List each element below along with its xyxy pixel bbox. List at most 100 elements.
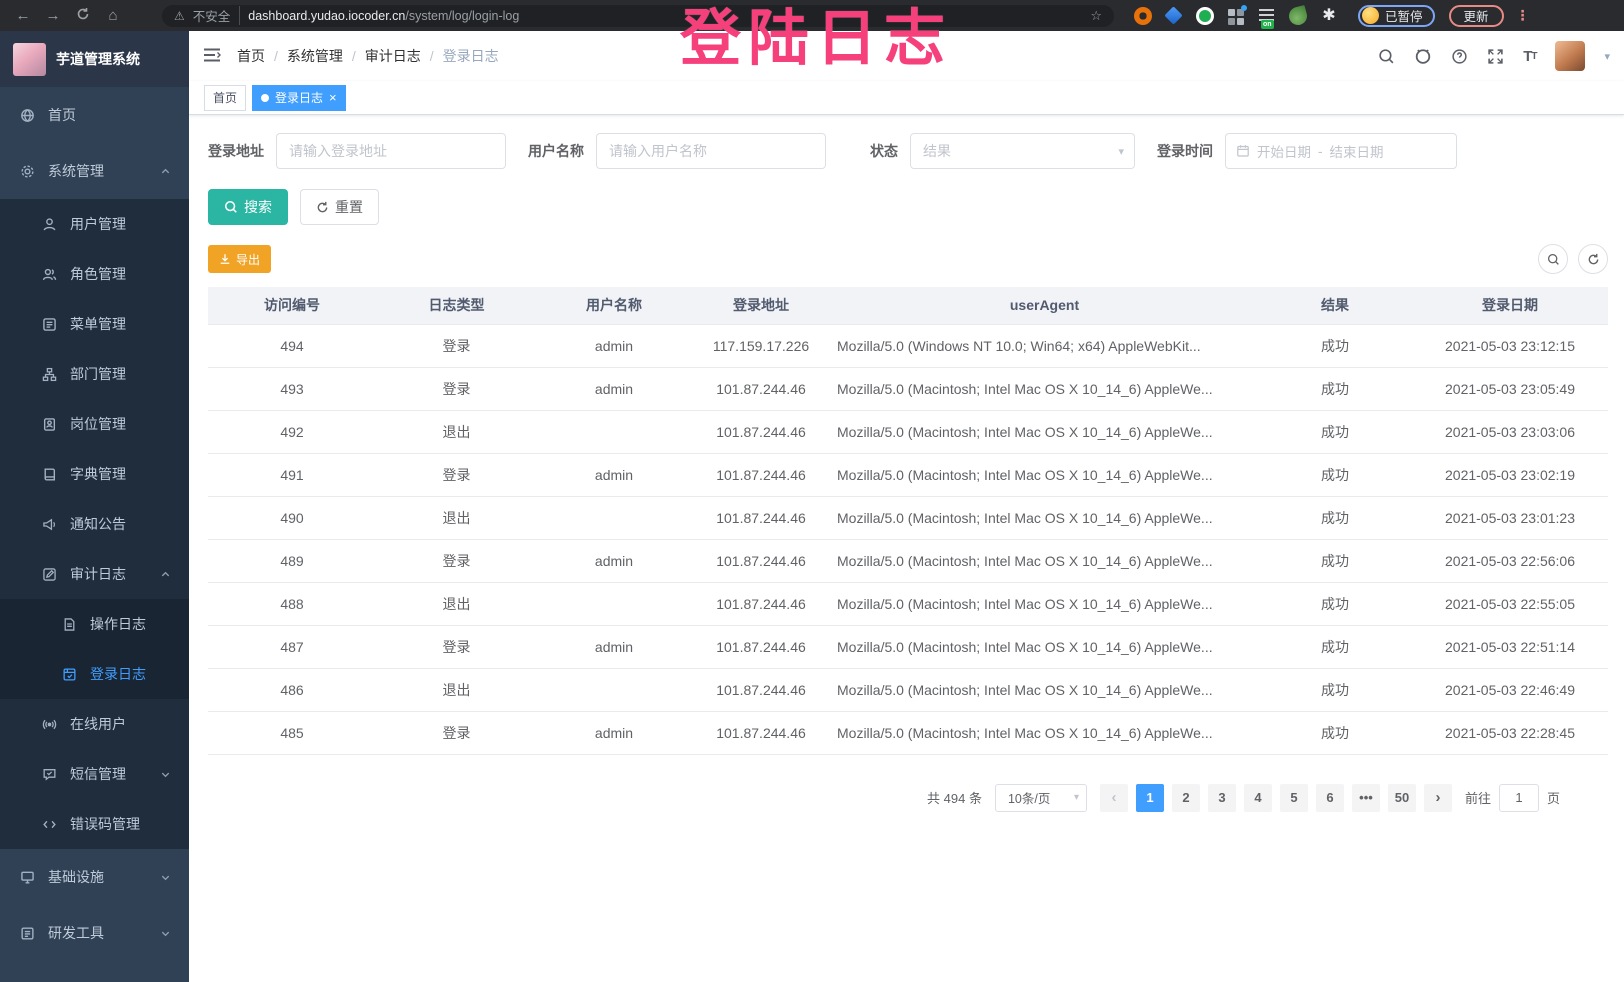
page-header: 首页 / 系统管理 / 审计日志 / 登录日志: [189, 31, 1624, 81]
tag-close-icon[interactable]: ×: [329, 91, 337, 104]
breadcrumb-audit[interactable]: 审计日志: [365, 46, 421, 66]
extension-tabs-on-icon[interactable]: on: [1258, 7, 1276, 25]
table-row: 488退出101.87.244.46Mozilla/5.0 (Macintosh…: [208, 582, 1608, 625]
table-row: 487登录admin101.87.244.46Mozilla/5.0 (Maci…: [208, 625, 1608, 668]
page-size-select[interactable]: 10条/页 ▾: [995, 784, 1087, 812]
more-pages-button[interactable]: •••: [1352, 784, 1380, 812]
logo-image: [13, 43, 46, 76]
sidebar-item-dict[interactable]: 字典管理: [0, 449, 189, 499]
page-button-6[interactable]: 6: [1316, 784, 1344, 812]
sidebar-item-posts[interactable]: 岗位管理: [0, 399, 189, 449]
page-button-5[interactable]: 5: [1280, 784, 1308, 812]
sidebar-item-label: 短信管理: [70, 764, 126, 784]
browser-menu-icon[interactable]: ⋮: [1516, 7, 1530, 24]
signal-icon: [42, 717, 57, 732]
org-tree-icon: [42, 367, 57, 382]
page-button-4[interactable]: 4: [1244, 784, 1272, 812]
sidebar-item-sms[interactable]: 短信管理: [0, 749, 189, 799]
sidebar-item-dev-tools[interactable]: 研发工具: [0, 905, 189, 961]
update-label: 更新: [1464, 6, 1489, 25]
export-button[interactable]: 导出: [208, 245, 271, 273]
sidebar-item-home[interactable]: 首页: [0, 87, 189, 143]
address-bar[interactable]: ⚠ 不安全 dashboard.yudao.iocoder.cn/system/…: [162, 5, 1114, 27]
col-useragent: userAgent: [831, 287, 1258, 324]
hamburger-icon[interactable]: [203, 47, 221, 66]
sidebar-item-online-users[interactable]: 在线用户: [0, 699, 189, 749]
font-size-icon[interactable]: TT: [1523, 48, 1536, 65]
browser-forward-icon[interactable]: →: [40, 7, 66, 24]
download-icon: [219, 253, 231, 265]
goto-page-input[interactable]: [1499, 784, 1539, 812]
extensions-puzzle-icon[interactable]: ✱: [1320, 7, 1338, 25]
bookmark-star-icon[interactable]: ☆: [1090, 8, 1102, 24]
browser-home-icon[interactable]: ⌂: [100, 7, 126, 24]
extension-strip: on ✱: [1134, 7, 1338, 25]
export-button-label: 导出: [236, 251, 260, 268]
home-icon: [20, 108, 35, 123]
sidebar-item-label: 错误码管理: [70, 814, 140, 834]
reset-button[interactable]: 重置: [300, 189, 379, 225]
sidebar-item-error-code[interactable]: 错误码管理: [0, 799, 189, 849]
sidebar: 芋道管理系统 首页 系统管理 用户管理 角色管理 菜单管: [0, 31, 189, 982]
tool-icon: [20, 926, 35, 941]
user-avatar[interactable]: [1555, 41, 1585, 71]
profile-paused-pill[interactable]: 已暂停: [1358, 5, 1435, 27]
not-secure-label: 不安全: [193, 6, 241, 25]
status-select[interactable]: 结果 ▾: [910, 133, 1135, 169]
next-page-button[interactable]: ›: [1424, 784, 1452, 812]
sidebar-item-menus[interactable]: 菜单管理: [0, 299, 189, 349]
reset-button-label: 重置: [335, 197, 363, 217]
breadcrumb-system[interactable]: 系统管理: [287, 46, 343, 66]
sidebar-item-login-log[interactable]: 登录日志: [0, 649, 189, 699]
sidebar-item-audit-log[interactable]: 审计日志: [0, 549, 189, 599]
extension-diamond-icon[interactable]: [1165, 7, 1183, 25]
page-button-2[interactable]: 2: [1172, 784, 1200, 812]
menu-list-icon: [42, 317, 57, 332]
username-input[interactable]: [596, 133, 826, 169]
sidebar-item-roles[interactable]: 角色管理: [0, 249, 189, 299]
sidebar-item-system[interactable]: 系统管理: [0, 143, 189, 199]
breadcrumb-home[interactable]: 首页: [237, 46, 265, 66]
chrome-update-button[interactable]: 更新: [1449, 5, 1504, 27]
table-row: 485登录admin101.87.244.46Mozilla/5.0 (Maci…: [208, 711, 1608, 754]
end-date-placeholder: 结束日期: [1330, 141, 1384, 161]
tag-login-log[interactable]: 登录日志 ×: [252, 85, 346, 111]
toggle-search-button[interactable]: [1538, 244, 1568, 274]
prev-page-button[interactable]: ‹: [1100, 784, 1128, 812]
address-input[interactable]: [276, 133, 506, 169]
time-label: 登录时间: [1157, 141, 1213, 161]
page-button-3[interactable]: 3: [1208, 784, 1236, 812]
table-row: 490退出101.87.244.46Mozilla/5.0 (Macintosh…: [208, 496, 1608, 539]
url-host: dashboard.yudao.iocoder.cn: [248, 9, 405, 23]
sidebar-item-label: 登录日志: [90, 664, 146, 684]
page-button-1[interactable]: 1: [1136, 784, 1164, 812]
date-range-picker[interactable]: 开始日期 - 结束日期: [1225, 133, 1457, 169]
extension-leaf-icon[interactable]: [1287, 4, 1309, 26]
sidebar-item-operate-log[interactable]: 操作日志: [0, 599, 189, 649]
col-ip: 登录地址: [691, 287, 831, 324]
browser-back-icon[interactable]: ←: [10, 7, 36, 24]
app-title: 芋道管理系统: [56, 49, 140, 69]
tag-home[interactable]: 首页: [204, 85, 246, 111]
refresh-table-button[interactable]: [1578, 244, 1608, 274]
sidebar-item-notice[interactable]: 通知公告: [0, 499, 189, 549]
browser-reload-icon[interactable]: [70, 7, 96, 25]
calendar-icon: [1236, 144, 1250, 158]
avatar-caret-icon[interactable]: ▾: [1604, 50, 1610, 63]
page-button-50[interactable]: 50: [1388, 784, 1416, 812]
tag-view-bar: 首页 登录日志 ×: [189, 81, 1624, 115]
header-search-icon[interactable]: [1378, 48, 1395, 65]
extension-green-circle-icon[interactable]: [1196, 7, 1214, 25]
sidebar-item-infra[interactable]: 基础设施: [0, 849, 189, 905]
sidebar-item-users[interactable]: 用户管理: [0, 199, 189, 249]
sidebar-item-depts[interactable]: 部门管理: [0, 349, 189, 399]
breadcrumb-current: 登录日志: [443, 46, 499, 66]
search-button[interactable]: 搜索: [208, 189, 288, 225]
badge-icon: [42, 417, 57, 432]
edit-log-icon: [42, 567, 57, 582]
github-icon[interactable]: [1414, 47, 1432, 65]
extension-orange-icon[interactable]: [1134, 7, 1152, 25]
extension-grid-icon[interactable]: [1227, 7, 1245, 25]
help-icon[interactable]: [1451, 48, 1468, 65]
fullscreen-icon[interactable]: [1487, 48, 1504, 65]
